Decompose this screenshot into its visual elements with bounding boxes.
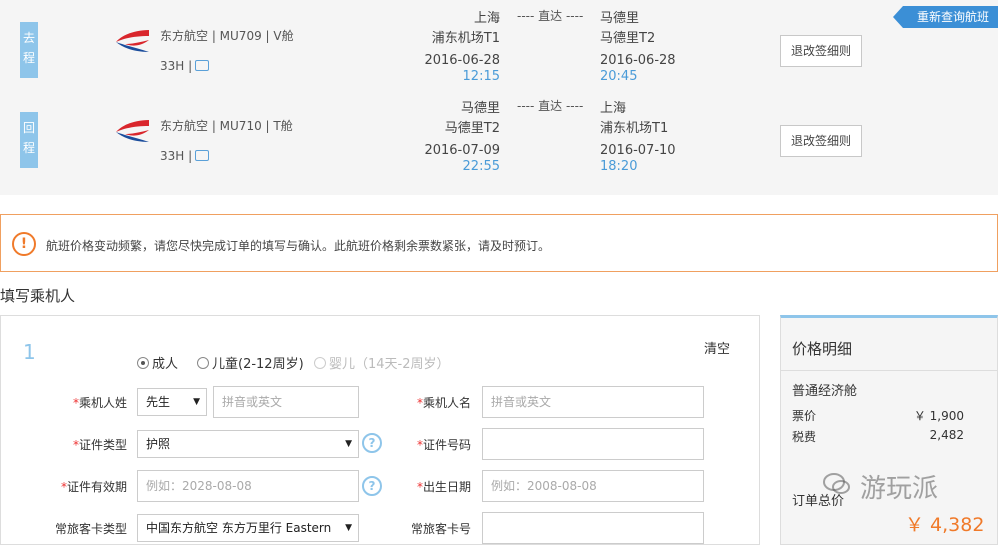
id-type-select[interactable]: 护照 ▼ [137, 430, 359, 458]
arrival-time: 20:45 [600, 69, 638, 84]
dob-input[interactable]: 例如：2008-08-08 [482, 470, 704, 502]
duration-text: 33H | [160, 149, 193, 163]
help-icon[interactable]: ? [362, 433, 382, 453]
radio-label: 成人 [152, 357, 179, 372]
price-change-notice: ! 航班价格变动频繁，请您尽快完成订单的填写与确认。此航班价格剩余票数紧张，请及… [0, 214, 998, 272]
id-number-input[interactable] [482, 428, 704, 460]
passenger-index: 1 [23, 340, 36, 364]
caret-down-icon: ▼ [193, 397, 200, 407]
radio-unchecked-icon [197, 357, 209, 369]
section-title: 填写乘机人 [0, 287, 76, 305]
direct-flight-label: ---- 直达 ---- [517, 99, 584, 113]
radio-label: 婴儿（14天-2周岁） [329, 357, 450, 372]
cabin-class: 普通经济舱 [792, 384, 858, 399]
id-type-label: *证件类型 [72, 438, 127, 452]
china-eastern-logo-icon [116, 120, 149, 142]
arrival-city: 马德里 [600, 11, 640, 26]
airline-flight-cabin: 东方航空 | MU710 | T舱 [160, 119, 293, 133]
departure-date: 2016-07-09 [424, 143, 500, 158]
price-panel-title: 价格明细 [792, 340, 853, 358]
dob-label: *出生日期 [416, 480, 471, 494]
flight-duration: 33H | [160, 59, 210, 73]
meal-icon [195, 60, 210, 71]
passenger-type-infant-radio: 婴儿（14天-2周岁） [314, 353, 450, 372]
departure-date: 2016-06-28 [424, 53, 500, 68]
title-select[interactable]: 先生 ▼ [137, 388, 207, 416]
return-leg: 回程 东方航空 | MU710 | T舱 33H | 马德里 马德里T2 201… [0, 90, 998, 180]
ffp-number-label: 常旅客卡号 [410, 522, 471, 536]
id-expiry-input[interactable]: 例如：2028-08-08 [137, 470, 359, 502]
arrival-date: 2016-06-28 [600, 53, 676, 68]
id-number-label: *证件号码 [416, 438, 471, 452]
meal-icon [195, 150, 210, 161]
arrival-airport: 马德里T2 [600, 31, 656, 46]
arrival-airport: 浦东机场T1 [600, 121, 669, 136]
radio-disabled-icon [314, 357, 326, 369]
direct-flight-label: ---- 直达 ---- [517, 9, 584, 23]
help-icon[interactable]: ? [362, 476, 382, 496]
exclamation-circle-icon: ! [12, 232, 36, 256]
ffp-type-label: 常旅客卡类型 [54, 522, 127, 536]
ffp-type-select[interactable]: 中国东方航空 东方万里行 Eastern ▼ [137, 514, 359, 542]
ffp-number-input[interactable] [482, 512, 704, 544]
departure-airport: 浦东机场T1 [431, 31, 500, 46]
given-name-label: *乘机人名 [416, 396, 471, 410]
caret-down-icon: ▼ [345, 439, 352, 449]
duration-text: 33H | [160, 59, 193, 73]
leg-tag: 回程 [20, 112, 38, 168]
flight-summary: 重新查询航班 去程 东方航空 | MU709 | V舱 33H | 上海 浦东机… [0, 0, 998, 195]
china-eastern-logo-icon [116, 30, 149, 52]
radio-checked-icon [137, 357, 149, 369]
departure-city: 马德里 [460, 101, 500, 116]
flight-duration: 33H | [160, 149, 210, 163]
surname-input[interactable]: 拼音或英文 [213, 386, 359, 418]
arrival-time: 18:20 [600, 159, 638, 174]
departure-airport: 马德里T2 [444, 121, 500, 136]
refund-change-rules-button[interactable]: 退改签细则 [780, 125, 862, 157]
arrival-city: 上海 [600, 101, 627, 116]
passenger-type-child-radio[interactable]: 儿童(2-12周岁) [197, 353, 304, 372]
notice-text: 航班价格变动频繁，请您尽快完成订单的填写与确认。此航班价格剩余票数紧张，请及时预… [46, 239, 551, 253]
caret-down-icon: ▼ [345, 523, 352, 533]
outbound-leg: 去程 东方航空 | MU709 | V舱 33H | 上海 浦东机场T1 201… [0, 0, 998, 90]
departure-city: 上海 [473, 11, 500, 26]
passenger-form: 1 清空 成人 儿童(2-12周岁) 婴儿（14天-2周岁） *乘机人姓 先生 ▼… [0, 315, 760, 545]
passenger-type-adult-radio[interactable]: 成人 [137, 353, 178, 372]
price-panel: 价格明细 普通经济舱 票价 ￥ 1,900 税费 2,482 订单总价 ￥ 4,38… [780, 315, 998, 545]
surname-label: *乘机人姓 [72, 396, 127, 410]
airline-flight-cabin: 东方航空 | MU709 | V舱 [160, 29, 294, 43]
leg-tag: 去程 [20, 22, 38, 78]
divider [781, 370, 998, 371]
arrival-date: 2016-07-10 [600, 143, 676, 158]
wechat-watermark-icon [823, 473, 850, 494]
departure-time: 22:55 [462, 159, 500, 174]
id-expiry-label: *证件有效期 [60, 480, 127, 494]
watermark-text: 游玩派 [860, 474, 939, 504]
total-price: ￥ 4,382 [905, 514, 985, 536]
clear-button[interactable]: 清空 [704, 338, 730, 357]
fare-row: 票价 ￥ 1,900 [792, 409, 964, 423]
given-name-input[interactable]: 拼音或英文 [482, 386, 704, 418]
radio-label: 儿童(2-12周岁) [212, 357, 304, 372]
refund-change-rules-button[interactable]: 退改签细则 [780, 35, 862, 67]
departure-time: 12:15 [462, 69, 500, 84]
tax-row: 税费 2,482 [792, 428, 964, 444]
